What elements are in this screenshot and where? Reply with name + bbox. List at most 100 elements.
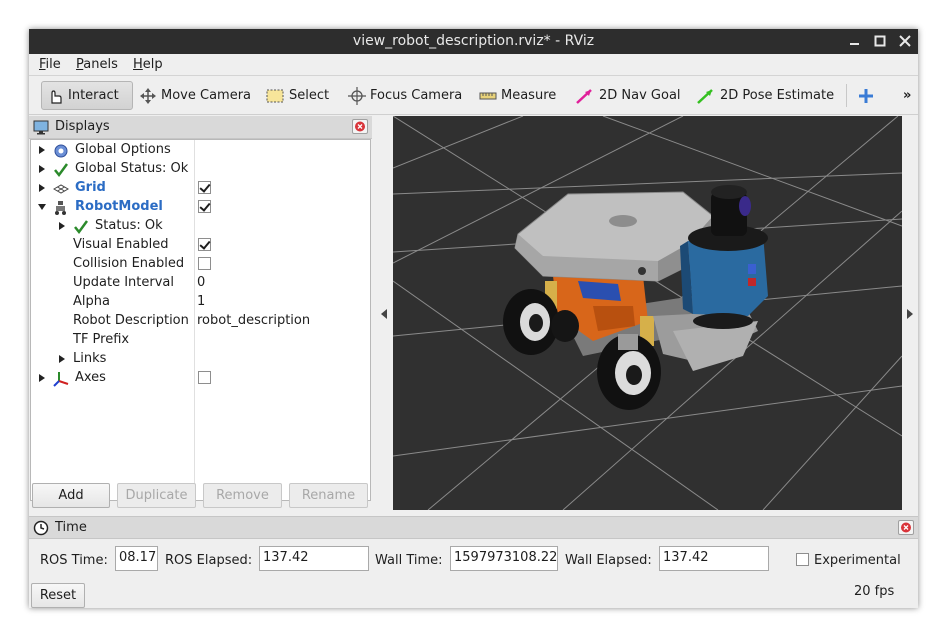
gear-icon — [54, 144, 68, 158]
wall-time-field[interactable]: 1597973108.22 — [450, 546, 558, 571]
add-tool-button[interactable] — [858, 81, 878, 110]
menu-panels[interactable]: Panels — [76, 57, 118, 72]
minimize-icon — [850, 43, 859, 45]
clock-icon — [33, 520, 49, 536]
tree-label: Global Options — [75, 142, 171, 157]
tree-label: Update Interval — [73, 275, 174, 290]
select-rectangle-icon — [266, 89, 284, 102]
menu-bar: File Panels Help — [29, 54, 918, 76]
tree-label: Visual Enabled — [73, 237, 169, 252]
tree-row-alpha[interactable]: Alpha 1 — [31, 293, 370, 312]
tree-row-update-interval[interactable]: Update Interval 0 — [31, 274, 370, 293]
expand-arrow-icon[interactable] — [37, 145, 47, 155]
tree-row-collision-enabled[interactable]: Collision Enabled — [31, 255, 370, 274]
focus-camera-label: Focus Camera — [370, 88, 463, 103]
collapse-left-arrow-icon[interactable] — [380, 309, 388, 319]
maximize-button[interactable] — [871, 32, 889, 50]
axes-icon — [53, 372, 69, 387]
toolbar-separator — [846, 84, 847, 107]
ros-time-field[interactable]: 08.17 — [115, 546, 158, 571]
tree-row-grid[interactable]: Grid — [31, 179, 370, 198]
reset-button[interactable]: Reset — [31, 583, 85, 608]
displays-header: Displays — [29, 116, 372, 139]
measure-tool-button[interactable]: Measure — [479, 81, 556, 110]
axes-enabled-checkbox[interactable] — [198, 371, 211, 384]
update-interval-value[interactable]: 0 — [197, 275, 205, 290]
ros-elapsed-field[interactable]: 137.42 — [259, 546, 369, 571]
experimental-checkbox[interactable] — [796, 553, 809, 566]
monitor-icon — [33, 120, 49, 135]
tree-row-status[interactable]: Status: Ok — [31, 217, 370, 236]
visual-enabled-checkbox[interactable] — [198, 238, 211, 251]
nav-goal-tool-button[interactable]: 2D Nav Goal — [575, 81, 681, 110]
expand-arrow-icon[interactable] — [57, 354, 67, 364]
pose-estimate-label: 2D Pose Estimate — [720, 88, 835, 103]
time-header: Time — [29, 516, 918, 539]
ros-time-label: ROS Time: — [40, 553, 108, 568]
collapse-arrow-icon[interactable] — [37, 202, 47, 212]
tree-row-global-options[interactable]: Global Options — [31, 141, 370, 160]
tree-row-robotmodel[interactable]: RobotModel — [31, 198, 370, 217]
focus-camera-tool-button[interactable]: Focus Camera — [348, 81, 462, 110]
fps-counter: 20 fps — [854, 584, 895, 599]
title-bar: view_robot_description.rviz* - RViz — [29, 29, 918, 54]
plus-icon — [859, 88, 873, 103]
grid-icon — [53, 184, 69, 194]
tree-row-axes[interactable]: Axes — [31, 369, 370, 388]
move-camera-tool-button[interactable]: Move Camera — [139, 81, 251, 110]
tree-label: Status: Ok — [95, 218, 163, 233]
close-circle-icon — [355, 121, 365, 132]
menu-help[interactable]: Help — [133, 57, 163, 72]
collision-enabled-checkbox[interactable] — [198, 257, 211, 270]
close-button[interactable] — [896, 32, 914, 50]
expand-arrow-icon[interactable] — [57, 221, 67, 231]
displays-tree: Global Options Global Status: Ok Grid Ro… — [30, 139, 371, 501]
interact-label: Interact — [68, 88, 119, 103]
grid-enabled-checkbox[interactable] — [198, 181, 211, 194]
checkmark-icon — [54, 163, 69, 178]
wheel-rear-left — [503, 289, 559, 355]
3d-viewport[interactable] — [393, 116, 902, 510]
displays-panel: Displays Global Options Global Status: O… — [29, 116, 372, 501]
time-close-button[interactable] — [898, 520, 914, 535]
expand-arrow-icon[interactable] — [37, 373, 47, 383]
window-title: view_robot_description.rviz* - RViz — [352, 33, 595, 49]
collapse-right-arrow-icon[interactable] — [906, 309, 914, 319]
tree-row-tf-prefix[interactable]: TF Prefix — [31, 331, 370, 350]
pose-estimate-tool-button[interactable]: 2D Pose Estimate — [696, 81, 834, 110]
tree-row-visual-enabled[interactable]: Visual Enabled — [31, 236, 370, 255]
tree-label: Alpha — [73, 294, 110, 309]
render-area — [372, 116, 918, 516]
remove-display-button[interactable]: Remove — [203, 483, 282, 508]
displays-close-button[interactable] — [352, 119, 368, 134]
measure-label: Measure — [501, 88, 557, 103]
tree-row-robot-description[interactable]: Robot Description robot_description — [31, 312, 370, 331]
select-tool-button[interactable]: Select — [265, 81, 329, 110]
rviz-window: view_robot_description.rviz* - RViz File… — [29, 29, 918, 608]
tree-row-links[interactable]: Links — [31, 350, 370, 369]
wall-elapsed-field[interactable]: 137.42 — [659, 546, 769, 571]
add-display-button[interactable]: Add — [32, 483, 110, 508]
time-title: Time — [55, 520, 87, 535]
tree-label: RobotModel — [75, 199, 163, 214]
pose-estimate-arrow-icon — [697, 88, 713, 104]
duplicate-display-button[interactable]: Duplicate — [117, 483, 196, 508]
toolbar-overflow-button[interactable]: » — [903, 81, 911, 110]
tree-row-global-status[interactable]: Global Status: Ok — [31, 160, 370, 179]
maximize-icon — [874, 35, 886, 47]
robot-icon — [55, 201, 66, 215]
expand-arrow-icon[interactable] — [37, 164, 47, 174]
tree-label: Robot Description — [73, 313, 189, 328]
menu-file[interactable]: File — [39, 57, 61, 72]
robotmodel-enabled-checkbox[interactable] — [198, 200, 211, 213]
wheel-rear-right — [551, 310, 579, 342]
hand-pointer-icon — [51, 89, 62, 104]
interact-tool-button[interactable]: Interact — [41, 81, 133, 110]
minimize-button[interactable] — [846, 32, 864, 50]
expand-arrow-icon[interactable] — [37, 183, 47, 193]
rename-display-button[interactable]: Rename — [289, 483, 368, 508]
robot-description-value[interactable]: robot_description — [197, 313, 310, 328]
ros-elapsed-label: ROS Elapsed: — [165, 553, 253, 568]
alpha-value[interactable]: 1 — [197, 294, 205, 309]
move-camera-label: Move Camera — [161, 88, 252, 103]
